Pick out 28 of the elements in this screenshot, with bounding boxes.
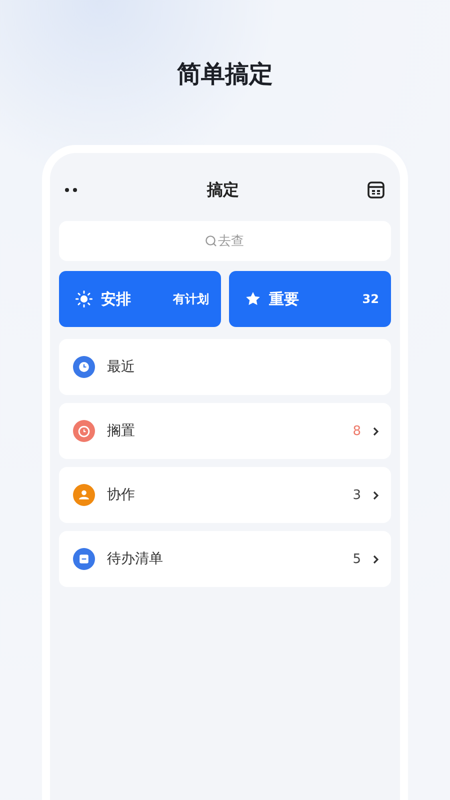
chevron-icon	[373, 554, 379, 564]
chevron-icon	[373, 426, 379, 436]
star-icon	[245, 291, 261, 307]
tile-value: 32	[362, 292, 379, 306]
row-label: 待办清单	[107, 550, 164, 568]
more-icon[interactable]	[65, 188, 79, 192]
tile-label: 重要	[269, 290, 300, 308]
app-title: 搞定	[207, 180, 239, 200]
row-label: 搁置	[107, 422, 136, 440]
tile-label: 安排	[101, 290, 132, 308]
list-row[interactable]: 最近	[59, 339, 391, 395]
row-label: 协作	[107, 486, 136, 504]
calendar-icon[interactable]	[367, 181, 385, 199]
row-label: 最近	[107, 358, 136, 376]
row-count: 5	[352, 552, 361, 566]
list-row[interactable]: 协作 3	[59, 467, 391, 523]
tile-value: 有计划	[173, 290, 209, 308]
sun-icon	[75, 290, 93, 308]
category-tile[interactable]: 重要 32	[229, 271, 391, 327]
row-count: 3	[352, 488, 361, 502]
list-row[interactable]: 待办清单 5	[59, 531, 391, 587]
headline: 简单搞定	[177, 59, 273, 90]
search-icon	[205, 235, 217, 247]
chevron-icon	[373, 490, 379, 500]
category-tile[interactable]: 安排 有计划	[59, 271, 221, 327]
list-row[interactable]: 搁置 8	[59, 403, 391, 459]
row-count: 8	[352, 424, 361, 438]
search-field[interactable]: 去查	[59, 221, 391, 261]
